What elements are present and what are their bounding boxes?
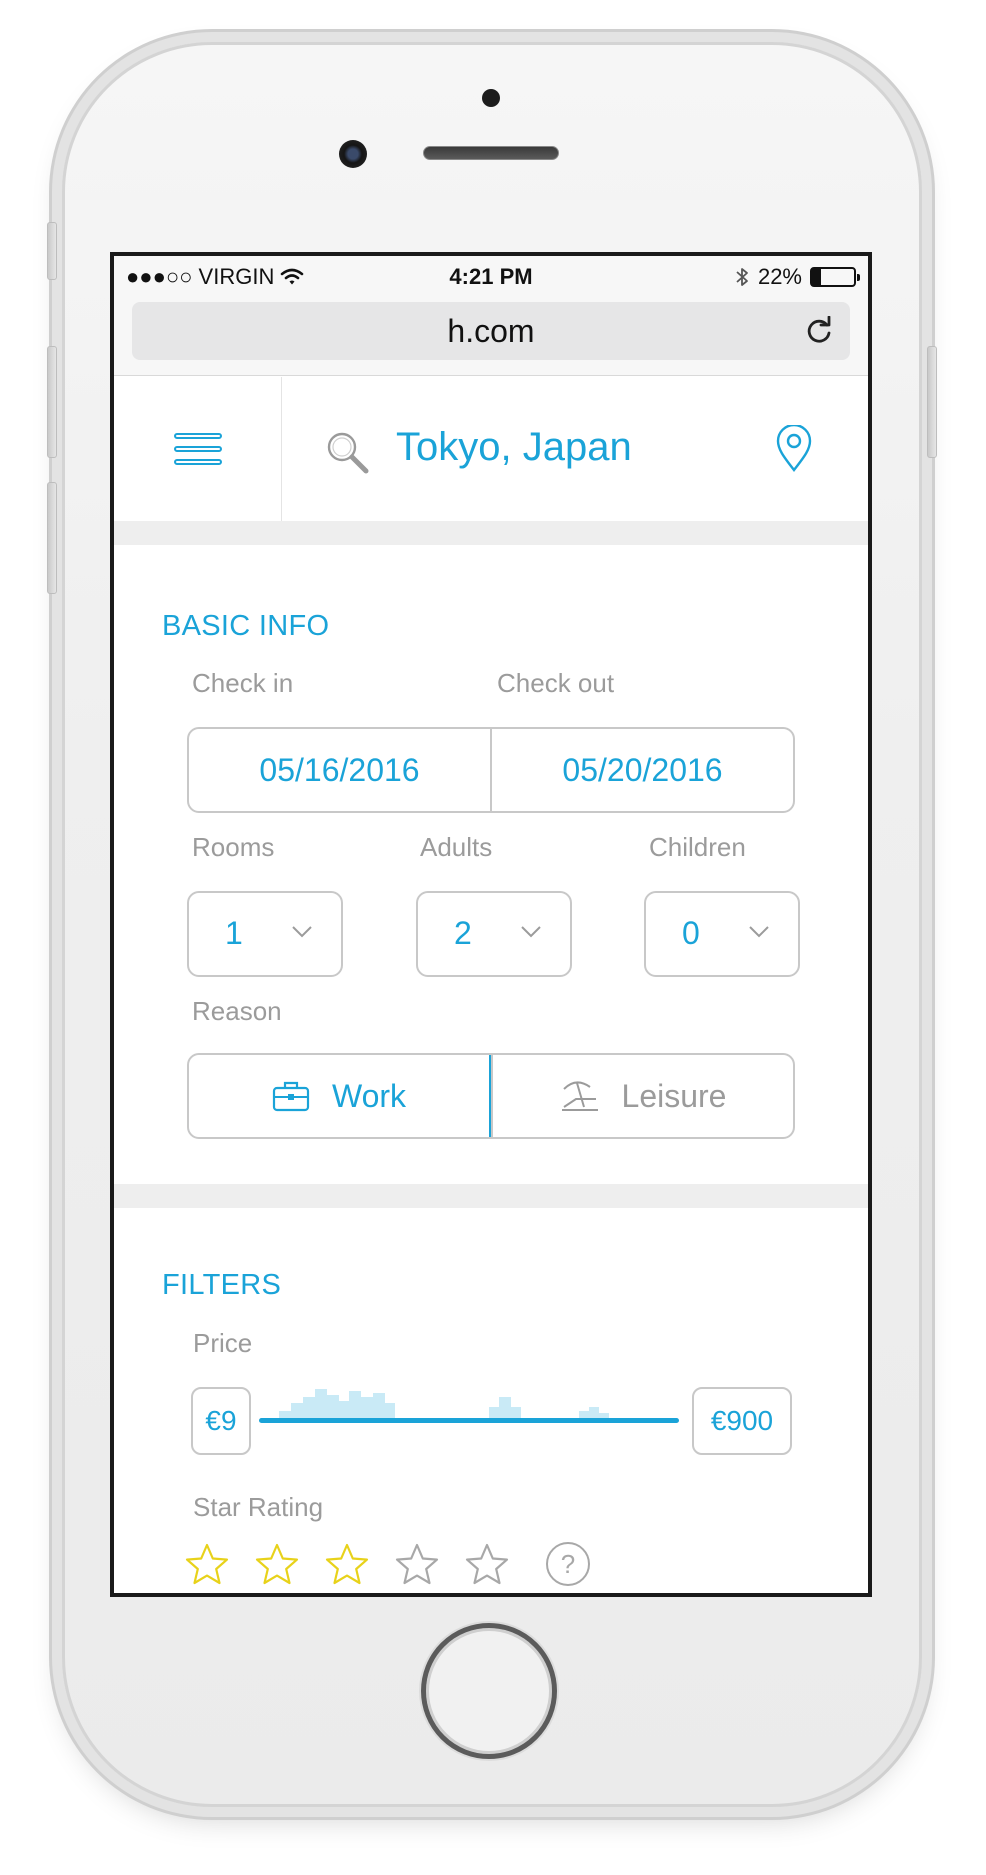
location-pin-icon[interactable] — [774, 425, 814, 473]
browser-toolbar: h.com — [114, 298, 868, 376]
adults-value: 2 — [454, 915, 472, 951]
star-icon[interactable] — [464, 1542, 510, 1588]
battery-percent: 22% — [757, 264, 802, 289]
search-icon — [327, 432, 369, 474]
power-button — [927, 346, 937, 458]
check-out-label: Check out — [497, 668, 615, 698]
section-divider — [114, 521, 868, 545]
adults-select[interactable]: 2 — [416, 891, 572, 977]
briefcase-icon — [272, 1081, 310, 1112]
home-button[interactable] — [421, 1623, 557, 1759]
check-in-label: Check in — [192, 668, 294, 698]
volume-down-button — [47, 482, 57, 594]
rooms-value: 1 — [225, 915, 243, 951]
url-text: h.com — [447, 312, 535, 349]
chevron-down-icon — [749, 926, 769, 938]
star-icon[interactable] — [394, 1542, 440, 1588]
date-range-picker: 05/16/2016 05/20/2016 — [187, 727, 795, 813]
price-label: Price — [193, 1328, 253, 1358]
adults-label: Adults — [420, 832, 493, 862]
basic-info-title: BASIC INFO — [162, 610, 330, 642]
section-divider — [114, 1184, 868, 1208]
price-max-field[interactable]: €900 — [692, 1387, 792, 1455]
reason-leisure-button[interactable]: Leisure — [491, 1055, 793, 1137]
reason-leisure-label: Leisure — [621, 1077, 727, 1114]
front-camera — [339, 140, 367, 168]
check-in-date-field[interactable]: 05/16/2016 — [189, 729, 490, 811]
battery-icon — [810, 267, 860, 287]
children-label: Children — [649, 832, 746, 862]
app-header: Tokyo, Japan — [114, 377, 868, 521]
address-bar[interactable]: h.com — [132, 302, 850, 360]
rooms-select[interactable]: 1 — [187, 891, 343, 977]
price-min-field[interactable]: €9 — [191, 1387, 251, 1455]
star-rating-selector: ? — [184, 1542, 590, 1588]
reason-label: Reason — [192, 996, 282, 1026]
reason-work-button[interactable]: Work — [189, 1055, 491, 1137]
filters-title: FILTERS — [162, 1269, 282, 1301]
reason-work-label: Work — [331, 1077, 407, 1114]
check-out-date-field[interactable]: 05/20/2016 — [490, 729, 793, 811]
mute-switch — [47, 222, 57, 280]
price-histogram — [279, 1389, 609, 1419]
star-rating-label: Star Rating — [193, 1492, 324, 1522]
price-max-value: €900 — [710, 1405, 774, 1436]
earpiece-speaker — [423, 146, 559, 160]
help-icon[interactable]: ? — [546, 1542, 590, 1586]
beach-chair-icon — [561, 1081, 598, 1111]
reload-icon[interactable] — [804, 316, 834, 346]
reason-toggle: Work Leisure — [187, 1053, 795, 1139]
children-select[interactable]: 0 — [644, 891, 800, 977]
price-range-slider[interactable] — [259, 1418, 679, 1423]
chevron-down-icon — [521, 926, 541, 938]
phone-screen: ●●●○○ VIRGIN 4:21 PM 22% h.com Tokyo, Ja… — [110, 252, 872, 1597]
location-search-field[interactable]: Tokyo, Japan — [396, 425, 632, 470]
volume-up-button — [47, 346, 57, 458]
proximity-sensor — [482, 89, 500, 107]
price-min-value: €9 — [205, 1405, 237, 1436]
bluetooth-icon — [736, 268, 748, 286]
children-value: 0 — [682, 915, 700, 951]
hamburger-menu-icon — [173, 426, 222, 472]
star-icon[interactable] — [254, 1542, 300, 1588]
menu-button[interactable] — [114, 377, 282, 521]
star-icon[interactable] — [324, 1542, 370, 1588]
status-bar: ●●●○○ VIRGIN 4:21 PM 22% — [114, 256, 868, 298]
rooms-label: Rooms — [192, 832, 275, 862]
star-icon[interactable] — [184, 1542, 230, 1588]
chevron-down-icon — [292, 926, 312, 938]
